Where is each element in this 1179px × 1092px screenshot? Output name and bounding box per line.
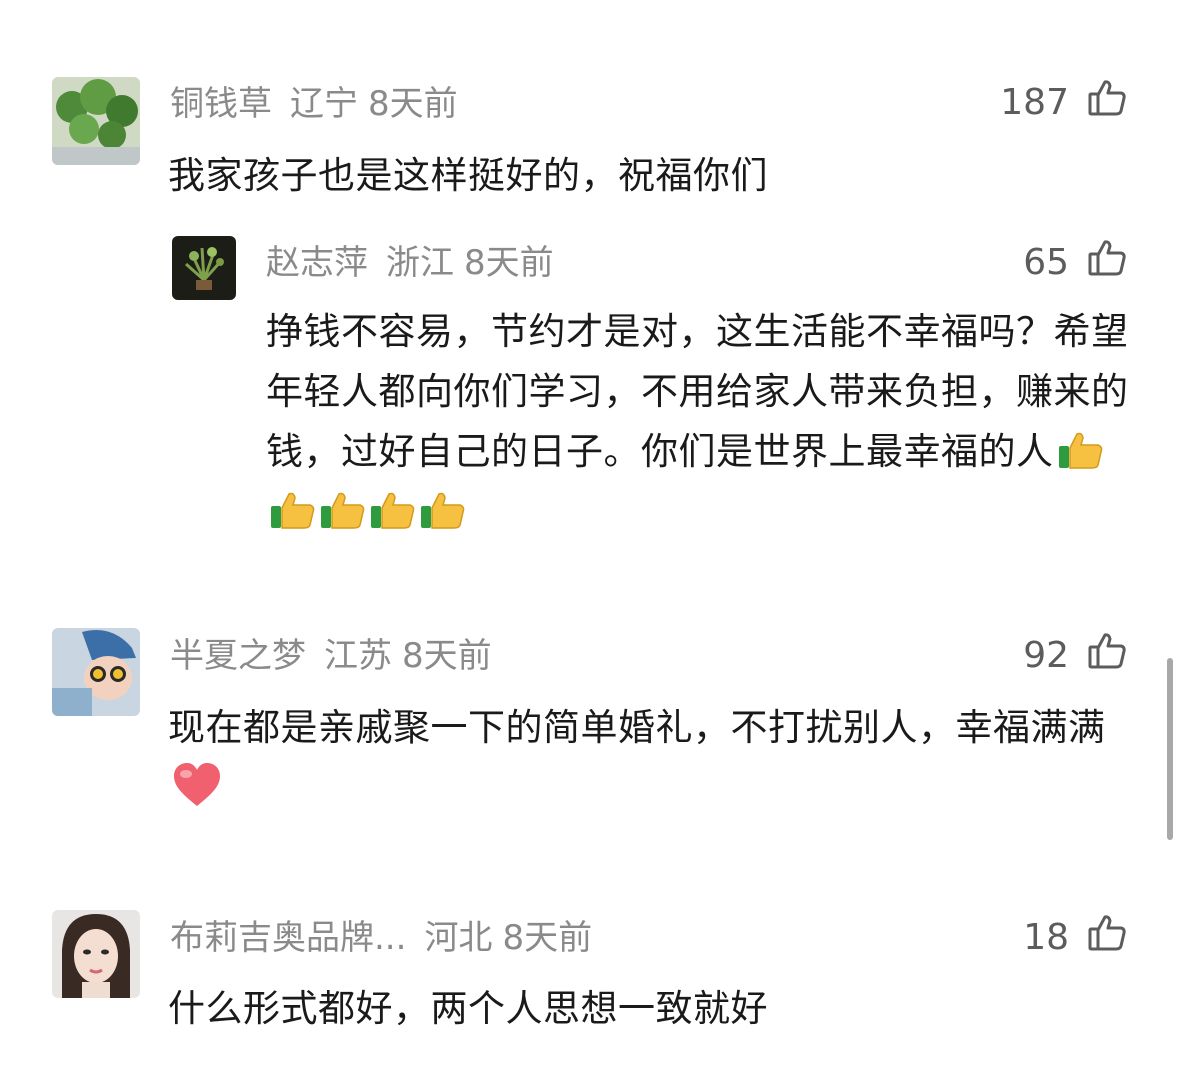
comment-text: 现在都是亲戚聚一下的简单婚礼，不打扰别人，幸福满满	[168, 698, 1108, 818]
location: 河北	[424, 918, 493, 958]
comment-meta: 布莉吉奥品牌... 河北 8天前	[170, 918, 592, 958]
like-count: 18	[1023, 916, 1069, 958]
username[interactable]: 铜钱草	[170, 84, 272, 124]
thumbs-up-emoji	[271, 492, 315, 529]
user-avatar[interactable]	[172, 236, 236, 300]
user-avatar[interactable]	[52, 628, 140, 716]
comment-text: 什么形式都好，两个人思想一致就好	[168, 987, 768, 1030]
like-button[interactable]: 187	[1000, 78, 1127, 127]
username[interactable]: 半夏之梦	[170, 636, 306, 676]
like-count: 92	[1023, 634, 1069, 676]
thumbs-up-emoji	[1058, 432, 1102, 469]
thumbs-up-outline-icon	[1087, 238, 1127, 287]
like-button[interactable]: 18	[1023, 913, 1127, 962]
location: 辽宁	[290, 84, 358, 124]
reply-meta: 赵志萍 浙江 8天前	[266, 243, 554, 283]
comment-text: 我家孩子也是这样挺好的，祝福你们	[168, 154, 768, 197]
like-button[interactable]: 65	[1023, 238, 1127, 287]
like-count: 65	[1023, 241, 1069, 283]
username[interactable]: 赵志萍	[266, 243, 368, 283]
scrollbar[interactable]	[1167, 658, 1173, 840]
thumbs-up-outline-icon	[1087, 913, 1127, 962]
timestamp: 8天前	[464, 243, 554, 283]
timestamp: 8天前	[402, 636, 492, 676]
user-avatar[interactable]	[52, 910, 140, 998]
reply-text: 挣钱不容易，节约才是对，这生活能不幸福吗？希望年轻人都向你们学习，不用给家人带来…	[266, 302, 1136, 542]
username[interactable]: 布莉吉奥品牌...	[170, 918, 406, 958]
comment-meta: 半夏之梦 江苏 8天前	[170, 636, 492, 676]
reply-text-content: 挣钱不容易，节约才是对，这生活能不幸福吗？希望年轻人都向你们学习，不用给家人带来…	[266, 310, 1129, 473]
thumbs-up-emoji	[371, 492, 415, 529]
like-button[interactable]: 92	[1023, 631, 1127, 680]
comment-meta: 铜钱草 辽宁 8天前	[170, 84, 458, 124]
timestamp: 8天前	[502, 918, 593, 958]
timestamp: 8天前	[368, 84, 458, 124]
heart-emoji	[174, 763, 220, 806]
thumbs-up-emoji	[321, 492, 365, 529]
user-avatar[interactable]	[52, 77, 140, 165]
like-count: 187	[1000, 81, 1069, 123]
location: 浙江	[386, 243, 454, 283]
location: 江苏	[324, 636, 392, 676]
comment-text-content: 现在都是亲戚聚一下的简单婚礼，不打扰别人，幸福满满	[168, 706, 1106, 749]
thumbs-up-emoji	[421, 492, 465, 529]
thumbs-up-outline-icon	[1087, 78, 1127, 127]
thumbs-up-outline-icon	[1087, 631, 1127, 680]
